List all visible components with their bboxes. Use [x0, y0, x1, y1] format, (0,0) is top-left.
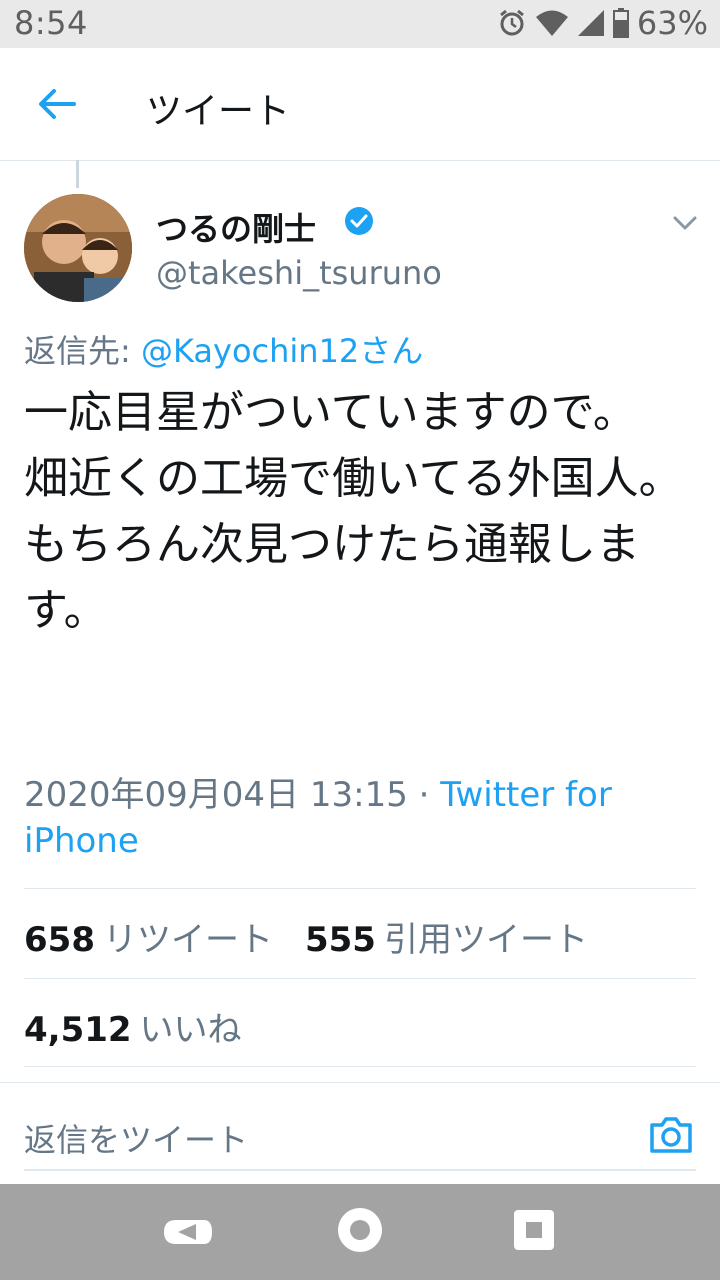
divider [24, 888, 696, 889]
reply-to: 返信先: @Kayochin12さん [24, 326, 423, 372]
divider [24, 1066, 696, 1067]
nav-recent-apps-icon[interactable] [512, 1208, 556, 1252]
tweet-text: 一応目星がついていますので。 畑近くの工場で働いてる外国人。 もちろん次見つけた… [24, 387, 683, 636]
retweet-label[interactable]: リツイート [103, 912, 273, 961]
thread-line [76, 160, 79, 188]
wifi-icon [535, 10, 568, 36]
avatar[interactable] [24, 194, 132, 302]
system-nav-bar [0, 1184, 720, 1280]
reply-input[interactable]: 返信をツイート [24, 1115, 248, 1161]
meta-separator: · [418, 775, 430, 815]
tweet-timestamp: 2020年09月04日 13:15 [24, 775, 408, 815]
reply-bar: 返信をツイート [0, 1082, 720, 1187]
author-name[interactable]: つるの剛士 [156, 204, 316, 250]
status-time: 8:54 [14, 4, 88, 42]
status-bar: 8:54 63% [0, 0, 720, 48]
alarm-icon [499, 9, 524, 36]
divider [24, 978, 696, 979]
reply-input-underline [24, 1169, 696, 1171]
reply-mention-link[interactable]: @Kayochin12さん [141, 332, 423, 370]
battery-icon [612, 8, 629, 38]
nav-back-icon[interactable] [160, 1204, 216, 1260]
nav-home-icon[interactable] [332, 1202, 388, 1258]
like-label[interactable]: いいね [140, 1002, 242, 1051]
camera-icon[interactable] [648, 1111, 694, 1157]
chevron-down-icon[interactable] [672, 214, 698, 232]
status-icons: 63% [497, 4, 708, 42]
like-stats: 4,512 いいね [24, 1002, 242, 1051]
retweet-stats: 658 リツイート 555 引用ツイート [24, 912, 588, 961]
verified-badge-icon [345, 207, 373, 235]
battery-percent: 63% [636, 4, 708, 42]
signal-icon [577, 10, 604, 36]
author-handle[interactable]: @takeshi_tsuruno [156, 254, 442, 292]
arrow-left-icon[interactable] [34, 82, 78, 126]
avatar-photo [24, 194, 132, 302]
page-title: ツイート [146, 91, 291, 132]
quote-count[interactable]: 555 [305, 920, 376, 960]
app-bar: ツイート [0, 48, 720, 161]
reply-prefix: 返信先: [24, 332, 131, 370]
like-count[interactable]: 4,512 [24, 1010, 132, 1050]
retweet-count[interactable]: 658 [24, 920, 95, 960]
quote-label[interactable]: 引用ツイート [384, 912, 588, 961]
tweet-meta: 2020年09月04日 13:15 · Twitter for iPhone [24, 772, 700, 864]
